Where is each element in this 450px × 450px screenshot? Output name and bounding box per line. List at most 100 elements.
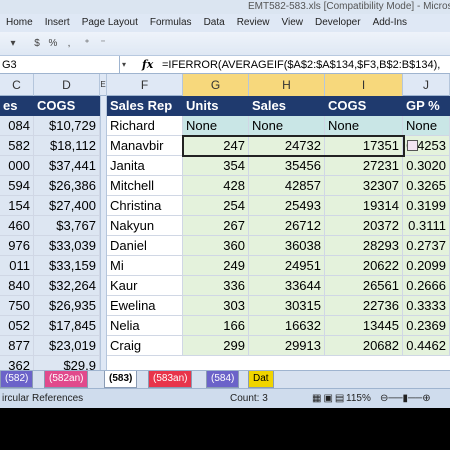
cell[interactable]: 24951: [249, 256, 325, 276]
cell[interactable]: 20682: [325, 336, 403, 356]
cell[interactable]: $33,159: [34, 256, 100, 276]
cell[interactable]: 0.2737: [403, 236, 450, 256]
sheet-tab-active[interactable]: (583): [104, 371, 138, 388]
name-box-dropdown-icon[interactable]: ▾: [122, 56, 132, 74]
cell[interactable]: None: [403, 116, 450, 136]
tab-view[interactable]: View: [275, 14, 309, 32]
cell[interactable]: $32,264: [34, 276, 100, 296]
worksheet-grid[interactable]: es COGS Sales Rep Units Sales COGS GP % …: [0, 96, 450, 376]
cell[interactable]: 303: [183, 296, 249, 316]
tab-formulas[interactable]: Formulas: [144, 14, 198, 32]
sheet-tab[interactable]: Dat: [248, 371, 274, 388]
formula-input[interactable]: =IFERROR(AVERAGEIF($A$2:$A$134,$F3,B$2:B…: [162, 56, 440, 74]
cell[interactable]: 840: [0, 276, 34, 296]
column-header-i[interactable]: I: [325, 74, 403, 96]
cell[interactable]: $37,441: [34, 156, 100, 176]
cell[interactable]: 084: [0, 116, 34, 136]
cell[interactable]: 30315: [249, 296, 325, 316]
selected-range[interactable]: [182, 135, 405, 157]
cell[interactable]: 16632: [249, 316, 325, 336]
zoom-slider[interactable]: ⊖──▮──⊕: [380, 389, 431, 408]
cell[interactable]: 0.2666: [403, 276, 450, 296]
cell-header[interactable]: Sales: [249, 96, 325, 116]
cell[interactable]: 25493: [249, 196, 325, 216]
increase-decimal-icon[interactable]: ⁺: [80, 37, 94, 51]
sheet-tab[interactable]: (582): [0, 371, 34, 388]
zoom-level[interactable]: 115%: [346, 389, 371, 408]
cell[interactable]: $33,039: [34, 236, 100, 256]
cell[interactable]: Janita: [107, 156, 183, 176]
column-header-c[interactable]: C: [0, 74, 34, 96]
cell-header[interactable]: COGS: [325, 96, 403, 116]
tab-data[interactable]: Data: [198, 14, 231, 32]
cell[interactable]: Manavbir: [107, 136, 183, 156]
decrease-decimal-icon[interactable]: ⁻: [96, 37, 110, 51]
status-circular-references[interactable]: ircular References: [2, 389, 83, 408]
cell-header[interactable]: GP %: [403, 96, 450, 116]
cell[interactable]: 27231: [325, 156, 403, 176]
tab-review[interactable]: Review: [231, 14, 276, 32]
cell[interactable]: $18,112: [34, 136, 100, 156]
cell[interactable]: Mitchell: [107, 176, 183, 196]
cell[interactable]: 20622: [325, 256, 403, 276]
cell[interactable]: Christina: [107, 196, 183, 216]
tab-developer[interactable]: Developer: [309, 14, 367, 32]
tab-insert[interactable]: Insert: [39, 14, 76, 32]
cell[interactable]: 35456: [249, 156, 325, 176]
cell[interactable]: 254: [183, 196, 249, 216]
sheet-tab[interactable]: (584): [206, 371, 240, 388]
tab-home[interactable]: Home: [0, 14, 39, 32]
cell[interactable]: 267: [183, 216, 249, 236]
cell-header[interactable]: COGS: [34, 96, 100, 116]
cell[interactable]: 0.3333: [403, 296, 450, 316]
cell[interactable]: 428: [183, 176, 249, 196]
cell[interactable]: 594: [0, 176, 34, 196]
cell[interactable]: 052: [0, 316, 34, 336]
cell[interactable]: $26,386: [34, 176, 100, 196]
sheet-tab[interactable]: (583an): [148, 371, 193, 388]
cell[interactable]: 19314: [325, 196, 403, 216]
column-header-d[interactable]: D: [34, 74, 100, 96]
column-header-g[interactable]: G: [183, 74, 249, 96]
tab-page-layout[interactable]: Page Layout: [76, 14, 144, 32]
cell-header[interactable]: es: [0, 96, 34, 116]
cell[interactable]: 29913: [249, 336, 325, 356]
cell[interactable]: 32307: [325, 176, 403, 196]
currency-format-icon[interactable]: $: [30, 37, 44, 51]
cell[interactable]: Ewelina: [107, 296, 183, 316]
cell[interactable]: 154: [0, 196, 34, 216]
cell[interactable]: None: [183, 116, 249, 136]
name-box[interactable]: G3: [0, 56, 120, 74]
cell[interactable]: 0.3265: [403, 176, 450, 196]
cell[interactable]: 0.2099: [403, 256, 450, 276]
cell[interactable]: 0.4462: [403, 336, 450, 356]
cell[interactable]: Daniel: [107, 236, 183, 256]
cell[interactable]: Richard: [107, 116, 183, 136]
cell[interactable]: Nelia: [107, 316, 183, 336]
cell[interactable]: 249: [183, 256, 249, 276]
insert-function-icon[interactable]: fx: [142, 56, 153, 74]
cell[interactable]: 22736: [325, 296, 403, 316]
cell[interactable]: 166: [183, 316, 249, 336]
cell[interactable]: 42857: [249, 176, 325, 196]
cell[interactable]: 0.3020: [403, 156, 450, 176]
cell[interactable]: $26,935: [34, 296, 100, 316]
cell[interactable]: Kaur: [107, 276, 183, 296]
column-header-h[interactable]: H: [249, 74, 325, 96]
cell[interactable]: $3,767: [34, 216, 100, 236]
cell-header[interactable]: Units: [183, 96, 249, 116]
cell[interactable]: 299: [183, 336, 249, 356]
column-header-e[interactable]: E: [100, 74, 107, 96]
sheet-tab[interactable]: (582an): [44, 371, 89, 388]
cell[interactable]: 336: [183, 276, 249, 296]
cell[interactable]: Craig: [107, 336, 183, 356]
cell[interactable]: 877: [0, 336, 34, 356]
cell[interactable]: 0.3199: [403, 196, 450, 216]
cell[interactable]: 460: [0, 216, 34, 236]
error-smart-tag-icon[interactable]: [407, 140, 418, 151]
tab-add-ins[interactable]: Add-Ins: [367, 14, 413, 32]
cell[interactable]: 0.3111: [403, 216, 450, 236]
cell[interactable]: $10,729: [34, 116, 100, 136]
cell-header[interactable]: Sales Rep: [107, 96, 183, 116]
dropdown-icon[interactable]: ▾: [6, 37, 20, 51]
